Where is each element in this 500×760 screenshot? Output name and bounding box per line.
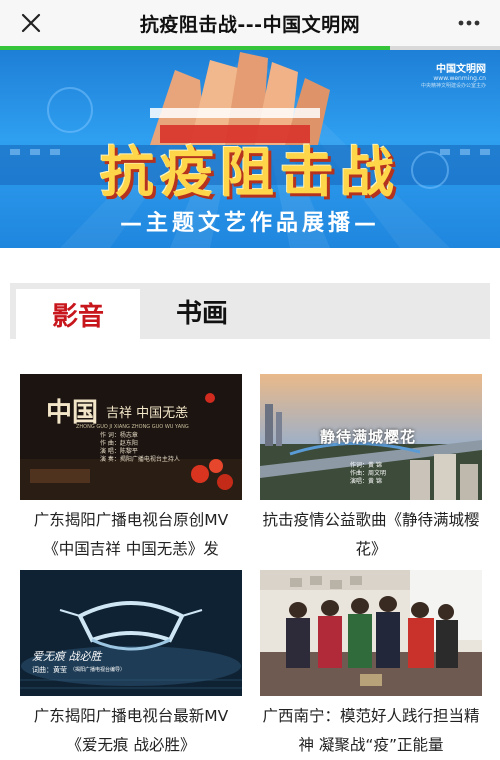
tab-audio-video[interactable]: 影音: [16, 289, 140, 339]
brand-tagline: 中央精神文明建设办公室主办: [420, 83, 486, 89]
video-thumbnail: 爱无痕 战必胜 词曲：黄莹 （揭阳广播电视台编导）: [20, 570, 242, 696]
video-thumbnail: 中国 吉祥 中国无恙 ZHONG GUO JI XIANG ZHONG GUO …: [20, 374, 242, 500]
video-thumbnail: [260, 570, 482, 696]
more-button[interactable]: [452, 6, 486, 40]
close-icon: [21, 13, 41, 33]
thumb-headline: 爱无痕 战必胜: [32, 650, 102, 663]
thumb-pinyin: ZHONG GUO JI XIANG ZHONG GUO WU YANG: [76, 424, 189, 430]
thumb-credits: 词曲：黄莹 （揭阳广播电视台编导）: [32, 666, 125, 675]
credit-line: 词曲：黄莹: [32, 666, 67, 674]
banner: 中国文明网 www.wenming.cn 中央精神文明建设办公室主办 抗疫阻击战…: [0, 50, 500, 248]
credit-line: 作 词：杨志章: [100, 432, 138, 439]
card-title[interactable]: 广东揭阳广播电视台原创MV《中国吉祥 中国无恙》发: [20, 506, 242, 564]
credit-line: 作曲：周文明: [350, 470, 387, 477]
thumb-credits: 作 词：杨志章 作 曲：赵东阳 演 唱：陈黎平 演 奏：揭阳广播电视台主持人: [100, 432, 180, 464]
thumbnail-art: [260, 570, 482, 696]
top-navigation-bar: 抗疫阻击战---中国文明网: [0, 0, 500, 46]
video-card[interactable]: 爱无痕 战必胜 词曲：黄莹 （揭阳广播电视台编导） 广东揭阳广播电视台最新MV《…: [20, 570, 242, 760]
credit-line: 作词：黄 锦: [350, 462, 382, 469]
brand-name: 中国文明网: [436, 64, 486, 75]
thumb-headline: 静待满城樱花: [320, 428, 417, 446]
video-card[interactable]: 静待满城樱花 作词：黄 锦 作曲：周文明 演唱：黄 锦 抗击疫情公益歌曲《静待满…: [260, 374, 482, 564]
thumbnail-art: [20, 570, 242, 696]
credit-line: 演 奏：揭阳广播电视台主持人: [100, 456, 180, 463]
brand-url: www.wenming.cn: [433, 75, 486, 82]
credit-line: 作 曲：赵东阳: [100, 440, 138, 447]
credit-line: 演 唱：陈黎平: [100, 448, 138, 455]
card-title[interactable]: 抗击疫情公益歌曲《静待满城樱花》: [260, 506, 482, 564]
video-card[interactable]: 广西南宁：模范好人践行担当精神 凝聚战“疫”正能量: [260, 570, 482, 760]
tab-calligraphy-painting[interactable]: 书画: [140, 283, 264, 339]
close-button[interactable]: [14, 6, 48, 40]
credit-line: （揭阳广播电视台编导）: [70, 667, 126, 673]
card-title[interactable]: 广西南宁：模范好人践行担当精神 凝聚战“疫”正能量: [260, 702, 482, 760]
category-tabs: 影音 书画: [10, 283, 490, 339]
thumb-credits: 作词：黄 锦 作曲：周文明 演唱：黄 锦: [350, 462, 386, 486]
banner-title: 抗疫阻击战: [100, 140, 400, 204]
banner-subtitle: —主题文艺作品展播—: [119, 211, 380, 236]
video-card[interactable]: 中国 吉祥 中国无恙 ZHONG GUO JI XIANG ZHONG GUO …: [20, 374, 242, 564]
credit-line: 演唱：黄 锦: [350, 478, 382, 485]
video-thumbnail: 静待满城樱花 作词：黄 锦 作曲：周文明 演唱：黄 锦: [260, 374, 482, 500]
page-title: 抗疫阻击战---中国文明网: [139, 13, 361, 36]
banner-brand-logo: 中国文明网 www.wenming.cn 中央精神文明建设办公室主办: [421, 60, 486, 89]
thumb-headline-2: 吉祥 中国无恙: [106, 406, 189, 421]
card-title[interactable]: 广东揭阳广播电视台最新MV《爱无痕 战必胜》: [20, 702, 242, 760]
more-dots-icon: [458, 20, 480, 26]
